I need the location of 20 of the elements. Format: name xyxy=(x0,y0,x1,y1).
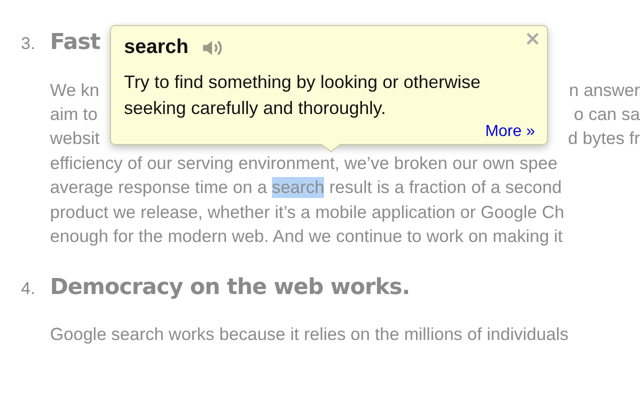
popup-word: search xyxy=(124,36,188,59)
section-heading: Democracy on the web works. xyxy=(50,274,410,300)
paragraph-text: enough for the modern web. And we continue to work on making it xyxy=(50,226,563,248)
list-number: 3. xyxy=(20,34,36,54)
paragraph-text: average response time on a xyxy=(50,177,268,198)
highlighted-word: search xyxy=(272,177,324,198)
paragraph-text: efficiency of our serving environment, we’ve broken our own spee xyxy=(50,152,558,174)
list-number: 4. xyxy=(20,278,36,299)
definition-text: Try to find something by looking or otherwise seeking carefully and thoroughly. xyxy=(124,71,482,120)
paragraph-text: websit xyxy=(50,128,100,150)
paragraph-text: Google search works because it relies on the millions of individuals xyxy=(50,324,568,346)
paragraph-text: o can sa xyxy=(574,104,640,126)
section-heading: Fast xyxy=(50,30,100,55)
more-link[interactable]: More » xyxy=(485,123,535,141)
paragraph-text: result is a fraction of a second xyxy=(328,177,562,198)
paragraph-text: We kn xyxy=(50,80,100,101)
paragraph-text: n answer xyxy=(568,80,640,101)
paragraph-text: aim to xyxy=(50,104,98,126)
paragraph-text: product we release, whether it’s a mobile application or Google Ch xyxy=(50,202,564,223)
paragraph-text: d bytes fr xyxy=(568,128,640,150)
